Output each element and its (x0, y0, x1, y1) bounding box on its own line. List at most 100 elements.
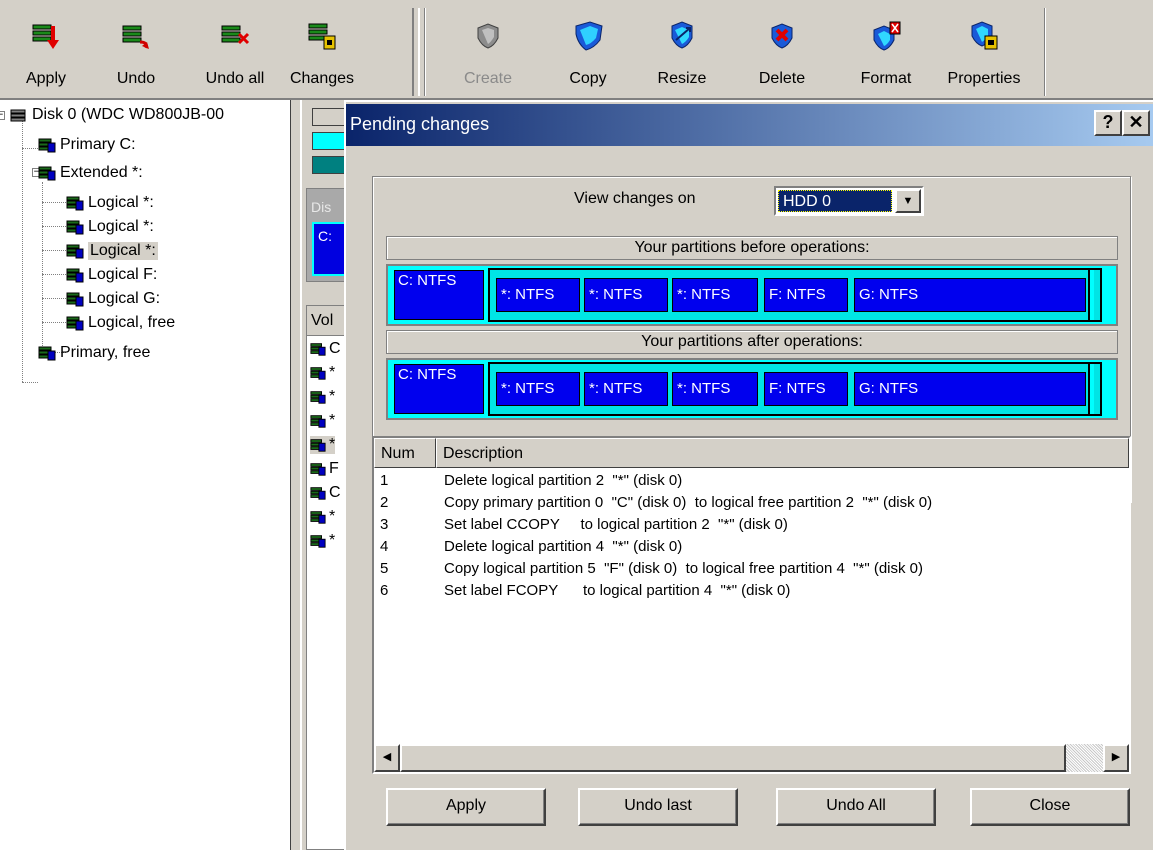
volume-list-header[interactable]: Vol (307, 306, 345, 336)
format-toolbar-button[interactable]: Format (848, 6, 924, 94)
partition-icon (310, 487, 326, 500)
apply-toolbar-button[interactable]: Apply (14, 6, 78, 94)
tree-item-disk-0[interactable]: Disk 0 (WDC WD800JB-00 (10, 104, 224, 126)
undo-toolbar-label: Undo (116, 70, 156, 87)
column-header-description[interactable]: Description (436, 438, 1129, 468)
tree-item-label: Logical F: (88, 266, 158, 283)
tree-item-label: Logical *: (88, 194, 154, 211)
horizontal-scrollbar[interactable]: ◀ ▶ (374, 744, 1129, 772)
scroll-thumb[interactable] (400, 744, 1066, 772)
before-extended-partition[interactable]: *: NTFS *: NTFS *: NTFS F: NTFS G: NTFS (488, 268, 1102, 322)
tree-item-logical-f[interactable]: Logical F: (66, 264, 157, 286)
disk-map-partition-c[interactable]: C: (312, 222, 348, 276)
volume-list[interactable]: Vol (306, 305, 346, 850)
toolbar: Apply Undo Undo all Changes Create Copy … (0, 0, 1153, 100)
chevron-down-icon[interactable]: ▼ (895, 189, 921, 213)
tree-line (42, 274, 66, 275)
change-description: Copy logical partition 5 "F" (disk 0) to… (444, 560, 923, 577)
close-icon[interactable]: ✕ (1122, 110, 1150, 136)
volume-row[interactable]: C (310, 340, 341, 358)
before-logical-partition-g[interactable]: G: NTFS (854, 278, 1086, 312)
collapse-disk-toggle[interactable]: − (0, 111, 5, 120)
tree-item-label: Logical, free (88, 314, 176, 331)
change-description: Set label CCOPY to logical partition 2 "… (444, 516, 788, 533)
partition-tree[interactable]: − − Disk 0 (WDC WD800JB-00 Primary C: Ex… (0, 100, 290, 850)
delete-toolbar-button[interactable]: Delete (744, 6, 820, 94)
undo-last-button[interactable]: Undo last (578, 788, 738, 826)
change-description: Set label FCOPY to logical partition 4 "… (444, 582, 791, 599)
tree-line (42, 202, 66, 203)
volume-row[interactable]: * (310, 532, 335, 550)
partition-icon (310, 463, 326, 476)
disk-select[interactable]: HDD 0 ▼ (774, 186, 924, 216)
partition-icon (310, 415, 326, 428)
volume-row[interactable]: C (310, 484, 341, 502)
change-num: 4 (380, 538, 389, 555)
after-logical-partition[interactable]: *: NTFS (584, 372, 668, 406)
tree-line (22, 148, 38, 149)
after-logical-partition[interactable]: *: NTFS (672, 372, 758, 406)
tree-item-primary-c[interactable]: Primary C: (38, 134, 136, 156)
after-extended-partition[interactable]: *: NTFS *: NTFS *: NTFS F: NTFS G: NTFS (488, 362, 1102, 416)
undo-all-toolbar-button[interactable]: Undo all (192, 6, 278, 94)
partition-icon (66, 316, 84, 331)
undo-toolbar-button[interactable]: Undo (104, 6, 168, 94)
volume-row[interactable]: * (310, 508, 335, 526)
volume-row-label: * (329, 388, 336, 405)
after-logical-partition-f[interactable]: F: NTFS (764, 372, 848, 406)
tree-item-logical-2[interactable]: Logical *: (66, 216, 154, 238)
pending-changes-dialog: Pending changes ? ✕ View changes on HDD … (344, 100, 1153, 850)
tree-item-label: Disk 0 (WDC WD800JB-00 (32, 106, 225, 123)
volume-row[interactable]: * (310, 412, 335, 430)
help-button[interactable]: ? (1094, 110, 1122, 136)
dialog-titlebar[interactable]: Pending changes ? ✕ (346, 104, 1153, 146)
before-logical-partition[interactable]: *: NTFS (584, 278, 668, 312)
tree-line (42, 322, 66, 323)
tree-item-extended[interactable]: Extended *: (38, 162, 143, 184)
tree-item-logical-1[interactable]: Logical *: (66, 192, 154, 214)
tree-item-logical-free[interactable]: Logical, free (66, 312, 175, 334)
volume-row[interactable]: F (310, 460, 339, 478)
apply-button[interactable]: Apply (386, 788, 546, 826)
change-description: Delete logical partition 2 "*" (disk 0) (444, 472, 683, 489)
create-toolbar-button[interactable]: Create (450, 6, 526, 94)
changes-toolbar-button[interactable]: Changes (280, 6, 364, 94)
format-icon (873, 21, 901, 51)
change-num: 5 (380, 560, 389, 577)
resize-toolbar-button[interactable]: Resize (644, 6, 720, 94)
tree-item-label: Logical G: (88, 290, 161, 307)
pane-splitter[interactable] (290, 100, 302, 850)
properties-toolbar-button[interactable]: Properties (934, 6, 1034, 94)
after-logical-partition[interactable]: *: NTFS (496, 372, 580, 406)
before-partition-c[interactable]: C: NTFS (392, 268, 486, 322)
volume-row[interactable]: * (310, 364, 335, 382)
volume-row[interactable]: * (310, 436, 336, 454)
copy-toolbar-label: Copy (569, 70, 607, 87)
before-operations-header: Your partitions before operations: (386, 236, 1118, 260)
copy-toolbar-button[interactable]: Copy (550, 6, 626, 94)
disk-map-label: Dis (311, 199, 332, 215)
legend-swatch (312, 156, 347, 174)
after-logical-partition-g[interactable]: G: NTFS (854, 372, 1086, 406)
tree-item-primary-free[interactable]: Primary, free (38, 342, 150, 364)
column-header-num[interactable]: Num (374, 438, 436, 468)
close-button[interactable]: Close (970, 788, 1130, 826)
tree-item-label: Logical *: (88, 218, 154, 235)
after-partitions-bar: C: NTFS *: NTFS *: NTFS *: NTFS F: NTFS … (386, 358, 1118, 420)
before-logical-partition-f[interactable]: F: NTFS (764, 278, 848, 312)
volume-row-label: C (329, 484, 341, 501)
after-partition-c[interactable]: C: NTFS (392, 362, 486, 416)
tree-item-label: Primary C: (60, 136, 136, 153)
tree-item-logical-g[interactable]: Logical G: (66, 288, 160, 310)
undo-all-button[interactable]: Undo All (776, 788, 936, 826)
tree-item-logical-3[interactable]: Logical *: (66, 240, 158, 262)
partition-icon (310, 343, 326, 356)
dialog-title: Pending changes (350, 114, 490, 134)
undo-all-toolbar-label: Undo all (205, 70, 265, 87)
scroll-left-icon[interactable]: ◀ (374, 744, 400, 772)
before-logical-partition[interactable]: *: NTFS (496, 278, 580, 312)
before-logical-partition[interactable]: *: NTFS (672, 278, 758, 312)
volume-row[interactable]: * (310, 388, 335, 406)
changes-list[interactable]: Num Description 1 Delete logical partiti… (372, 436, 1131, 774)
scroll-right-icon[interactable]: ▶ (1103, 744, 1129, 772)
